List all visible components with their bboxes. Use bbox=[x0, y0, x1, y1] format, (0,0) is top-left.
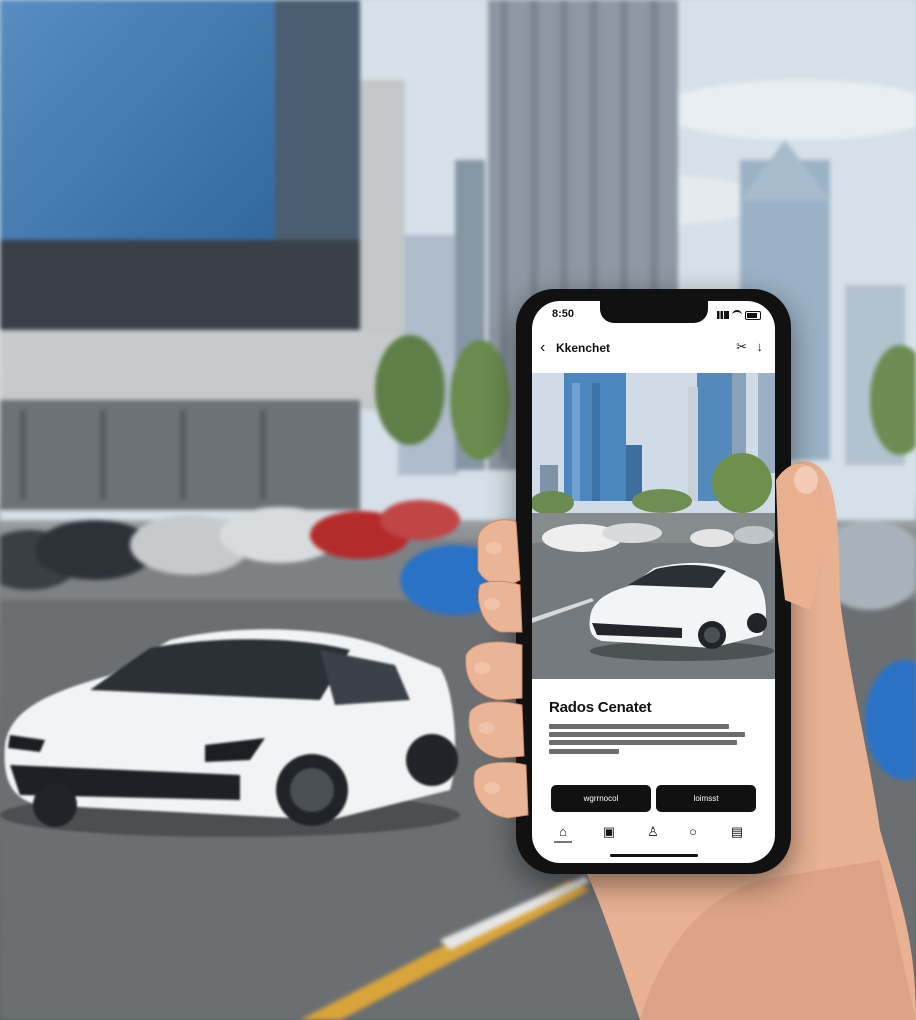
status-icons bbox=[717, 310, 761, 320]
search-icon: ○ bbox=[689, 824, 697, 839]
description-line bbox=[549, 724, 729, 729]
wifi-icon bbox=[732, 310, 742, 320]
car-photo-svg bbox=[532, 373, 775, 679]
secondary-button[interactable]: loimsst bbox=[656, 785, 756, 812]
tab-item[interactable]: ⌂ bbox=[552, 825, 574, 843]
description-line bbox=[549, 732, 745, 737]
phone-screen: 8:50 ‹ Kkenchet ✂ ↓ Rados Cenatet wgrrno… bbox=[532, 301, 775, 863]
signal-icon bbox=[717, 311, 729, 319]
tab-item[interactable]: ♙ bbox=[642, 825, 664, 839]
tab-bar: ⌂ ▣ ♙ ○ ▤ bbox=[532, 821, 775, 851]
nav-title: Kkenchet bbox=[556, 341, 611, 355]
gallery-icon: ▣ bbox=[602, 824, 616, 839]
tab-item[interactable]: ▤ bbox=[726, 825, 748, 839]
person-icon: ♙ bbox=[647, 824, 659, 839]
share-icon[interactable]: ✂ bbox=[736, 339, 747, 355]
chevron-left-icon[interactable]: ‹ bbox=[540, 339, 545, 357]
download-icon[interactable]: ↓ bbox=[757, 339, 764, 354]
description-line bbox=[549, 749, 619, 754]
status-time: 8:50 bbox=[552, 308, 575, 320]
card-title: Rados Cenatet bbox=[549, 699, 652, 716]
tab-item[interactable]: ○ bbox=[682, 825, 704, 839]
calendar-icon: ▤ bbox=[730, 824, 744, 839]
store-icon: ⌂ bbox=[559, 824, 567, 839]
primary-button[interactable]: wgrrnocol bbox=[551, 785, 651, 812]
home-indicator bbox=[610, 854, 698, 857]
car-photo[interactable] bbox=[532, 373, 775, 679]
app-nav-bar: ‹ Kkenchet ✂ ↓ bbox=[532, 337, 775, 361]
phone-notch bbox=[600, 301, 708, 323]
description-line bbox=[549, 740, 737, 745]
battery-icon bbox=[745, 310, 761, 320]
tab-label bbox=[554, 841, 572, 843]
smartphone: 8:50 ‹ Kkenchet ✂ ↓ Rados Cenatet wgrrno… bbox=[516, 289, 791, 874]
tab-item[interactable]: ▣ bbox=[598, 825, 620, 839]
